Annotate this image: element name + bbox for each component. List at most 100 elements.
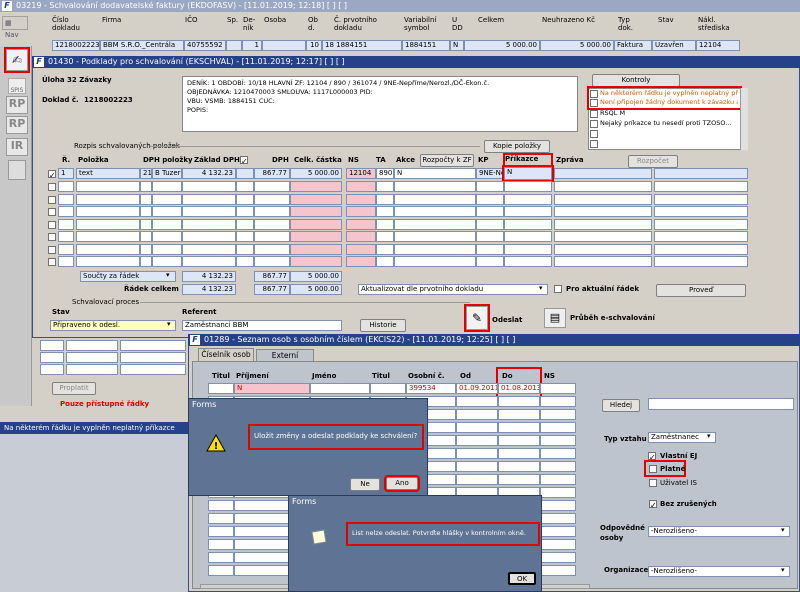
grid-cell[interactable] [654, 193, 748, 205]
top-firma[interactable]: BBM S.R.O._Centrála [100, 40, 184, 51]
row-check[interactable] [48, 245, 56, 254]
grid-cell[interactable] [394, 206, 476, 217]
spis-icon[interactable]: SPIS [8, 78, 26, 94]
grid-cell[interactable] [236, 206, 254, 217]
row1-akce[interactable]: N [394, 168, 476, 179]
grid-cell[interactable] [476, 231, 504, 242]
typ-arrow-icon[interactable]: ▾ [707, 432, 711, 440]
grid-cell[interactable] [504, 231, 552, 242]
osoby-cell[interactable] [540, 500, 576, 511]
grid-cell[interactable] [290, 231, 342, 242]
top-udd[interactable]: N [450, 40, 464, 51]
kontroly-check-4[interactable] [590, 120, 598, 128]
grid-cell[interactable] [236, 218, 254, 230]
row1-zprava[interactable] [554, 168, 652, 179]
grid-cell[interactable] [654, 218, 748, 230]
grid-cell[interactable] [346, 231, 376, 242]
grid-cell[interactable] [140, 181, 152, 192]
osoby-r1-ns[interactable] [540, 383, 576, 394]
grid-cell[interactable] [182, 181, 236, 192]
grid-cell[interactable] [58, 181, 74, 192]
row1-dph1[interactable]: 21 [140, 168, 152, 179]
osoby-cell[interactable] [456, 422, 498, 433]
grid-cell[interactable] [376, 243, 394, 255]
grid-cell[interactable] [140, 193, 152, 205]
grid-cell[interactable] [236, 193, 254, 205]
row-check[interactable] [48, 258, 56, 266]
typ-vztahu-select[interactable]: Zaměstnanec [648, 432, 716, 443]
grid-cell[interactable] [182, 243, 236, 255]
grid-cell[interactable] [394, 218, 476, 230]
grid-cell[interactable] [254, 193, 290, 205]
osoby-cell[interactable] [208, 539, 234, 550]
lower-cell[interactable] [40, 352, 64, 363]
row-check[interactable] [48, 208, 56, 216]
osoby-r1-od[interactable]: 01.09.2011 [456, 383, 498, 394]
top-osoba[interactable] [262, 40, 306, 51]
aktualizovat-arrow-icon[interactable]: ▾ [539, 284, 543, 292]
stav-arrow-icon[interactable]: ▾ [167, 320, 171, 328]
grid-cell[interactable] [140, 256, 152, 267]
osoby-cell[interactable] [540, 487, 576, 498]
grid-cell[interactable] [58, 256, 74, 267]
tab-ciselnik-osob[interactable]: Číselník osob [198, 348, 254, 361]
row-check[interactable] [48, 195, 56, 204]
lower-cell[interactable] [66, 340, 118, 351]
top-naklstr[interactable]: 12104 [696, 40, 740, 51]
grid-cell[interactable] [290, 218, 342, 230]
grid-cell[interactable] [554, 231, 652, 242]
referent-field[interactable]: Zaměstnanci BBM [182, 320, 342, 331]
platne-check[interactable] [649, 465, 657, 473]
org-select[interactable]: -Nerozlišeno- [648, 566, 790, 577]
grid-cell[interactable] [254, 243, 290, 255]
grid-cell[interactable] [58, 193, 74, 205]
osoby-cell[interactable] [208, 513, 234, 524]
lower-cell[interactable] [66, 352, 118, 363]
uzivatel-check[interactable] [649, 479, 657, 487]
odeslat-button[interactable]: ✎ [464, 304, 490, 332]
kopie-polozky-button[interactable]: Kopie položky [484, 140, 550, 153]
grid-cell[interactable] [346, 243, 376, 255]
grid-cell[interactable] [152, 206, 182, 217]
row1-kp[interactable]: 9NE-Ne [476, 168, 504, 179]
grid-cell[interactable] [290, 206, 342, 217]
grid-cell[interactable] [254, 218, 290, 230]
row1-extra[interactable] [654, 168, 748, 179]
grid-cell[interactable] [554, 256, 652, 267]
bez-check[interactable]: ✓ [649, 500, 657, 510]
grid-cell[interactable] [182, 193, 236, 205]
osoby-cell[interactable] [456, 474, 498, 485]
pro-akt-check[interactable] [554, 285, 562, 293]
org-arrow-icon[interactable]: ▾ [781, 566, 785, 574]
top-neuhrazeno[interactable]: 5 000.00 [540, 40, 614, 51]
grid-cell[interactable] [376, 218, 394, 230]
osoby-cell[interactable] [540, 409, 576, 420]
osoby-cell[interactable] [208, 500, 234, 511]
kontroly-check-2[interactable] [590, 99, 598, 107]
grid-cell[interactable] [376, 181, 394, 192]
top-stav[interactable]: Uzavřen [652, 40, 696, 51]
grid-cell[interactable] [182, 206, 236, 217]
grid-cell[interactable] [476, 181, 504, 192]
grid-cell[interactable] [376, 231, 394, 242]
row1-polozka[interactable]: text [76, 168, 140, 179]
osoby-r1-jmeno[interactable] [310, 383, 370, 394]
grid-cell[interactable] [346, 218, 376, 230]
grid-cell[interactable] [504, 181, 552, 192]
row1-zaklad[interactable]: 4 132.23 [182, 168, 236, 179]
grid-cell[interactable] [346, 181, 376, 192]
kontroly-check-3[interactable] [590, 110, 598, 118]
grid-cell[interactable] [254, 181, 290, 192]
kontroly-check-6[interactable] [590, 140, 598, 148]
top-cislo[interactable]: 1218002223 [52, 40, 100, 51]
grid-cell[interactable] [76, 181, 140, 192]
osoby-cell[interactable] [456, 396, 498, 407]
row1-n[interactable]: 1 [58, 168, 74, 179]
lower-cell[interactable] [40, 364, 64, 375]
grid-cell[interactable] [346, 256, 376, 267]
grid-cell[interactable] [152, 218, 182, 230]
top-celkem[interactable]: 5 000.00 [464, 40, 540, 51]
grid-cell[interactable] [236, 256, 254, 267]
grid-cell[interactable] [654, 243, 748, 255]
osoby-cell[interactable] [540, 474, 576, 485]
